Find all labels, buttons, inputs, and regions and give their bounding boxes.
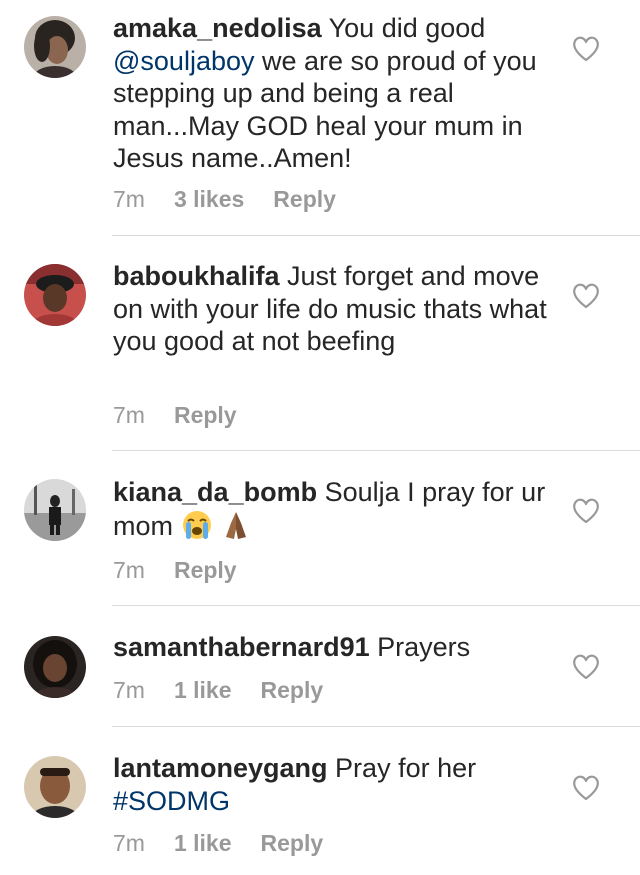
heart-icon[interactable] <box>572 36 600 62</box>
heart-icon[interactable] <box>572 498 600 524</box>
comment-text: samanthabernard91 Prayers <box>113 631 553 664</box>
avatar[interactable] <box>24 479 86 541</box>
comment-meta: 7m Reply <box>113 557 266 584</box>
comment-username[interactable]: amaka_nedolisa <box>113 13 322 43</box>
comment-text: baboukhalifa Just forget and move on wit… <box>113 260 553 358</box>
comment-time: 7m <box>113 830 145 856</box>
comment-meta: 7m 3 likes Reply <box>113 186 365 213</box>
comment-meta: 7m 1 like Reply <box>113 677 352 704</box>
comment-username[interactable]: lantamoneygang <box>113 753 328 783</box>
comment-username[interactable]: kiana_da_bomb <box>113 477 317 507</box>
likes-count[interactable]: 3 likes <box>174 186 244 213</box>
comment-time: 7m <box>113 677 145 703</box>
likes-count[interactable]: 1 like <box>174 677 232 704</box>
folded-hands-icon <box>220 509 252 541</box>
heart-icon[interactable] <box>572 775 600 801</box>
mention-link[interactable]: @souljaboy <box>113 46 255 76</box>
divider <box>112 235 640 236</box>
heart-icon[interactable] <box>572 654 600 680</box>
reply-button[interactable]: Reply <box>174 557 237 584</box>
reply-button[interactable]: Reply <box>261 677 324 704</box>
crying-face-icon <box>181 509 213 541</box>
comment-time: 7m <box>113 402 145 428</box>
divider <box>112 605 640 606</box>
divider <box>112 726 640 727</box>
avatar[interactable] <box>24 16 86 78</box>
comment-time: 7m <box>113 186 145 212</box>
likes-count[interactable]: 1 like <box>174 830 232 857</box>
comment-meta: 7m Reply <box>113 402 266 429</box>
comment-text: amaka_nedolisa You did good @souljaboy w… <box>113 12 553 175</box>
comment-username[interactable]: baboukhalifa <box>113 261 280 291</box>
reply-button[interactable]: Reply <box>174 402 237 429</box>
avatar[interactable] <box>24 264 86 326</box>
comment-meta: 7m 1 like Reply <box>113 830 352 857</box>
hashtag-link[interactable]: #SODMG <box>113 786 230 816</box>
reply-button[interactable]: Reply <box>261 830 324 857</box>
avatar[interactable] <box>24 756 86 818</box>
avatar[interactable] <box>24 636 86 698</box>
comment-time: 7m <box>113 557 145 583</box>
heart-icon[interactable] <box>572 283 600 309</box>
comment-body: Prayers <box>369 632 471 662</box>
comment-text: lantamoneygang Pray for her #SODMG <box>113 752 553 817</box>
comment-text: kiana_da_bomb Soulja I pray for ur mom <box>113 476 553 542</box>
divider <box>112 450 640 451</box>
comment-body: Pray for her <box>327 753 477 783</box>
comment-username[interactable]: samanthabernard91 <box>113 632 370 662</box>
comment-body: You did good <box>321 13 486 43</box>
reply-button[interactable]: Reply <box>273 186 336 213</box>
